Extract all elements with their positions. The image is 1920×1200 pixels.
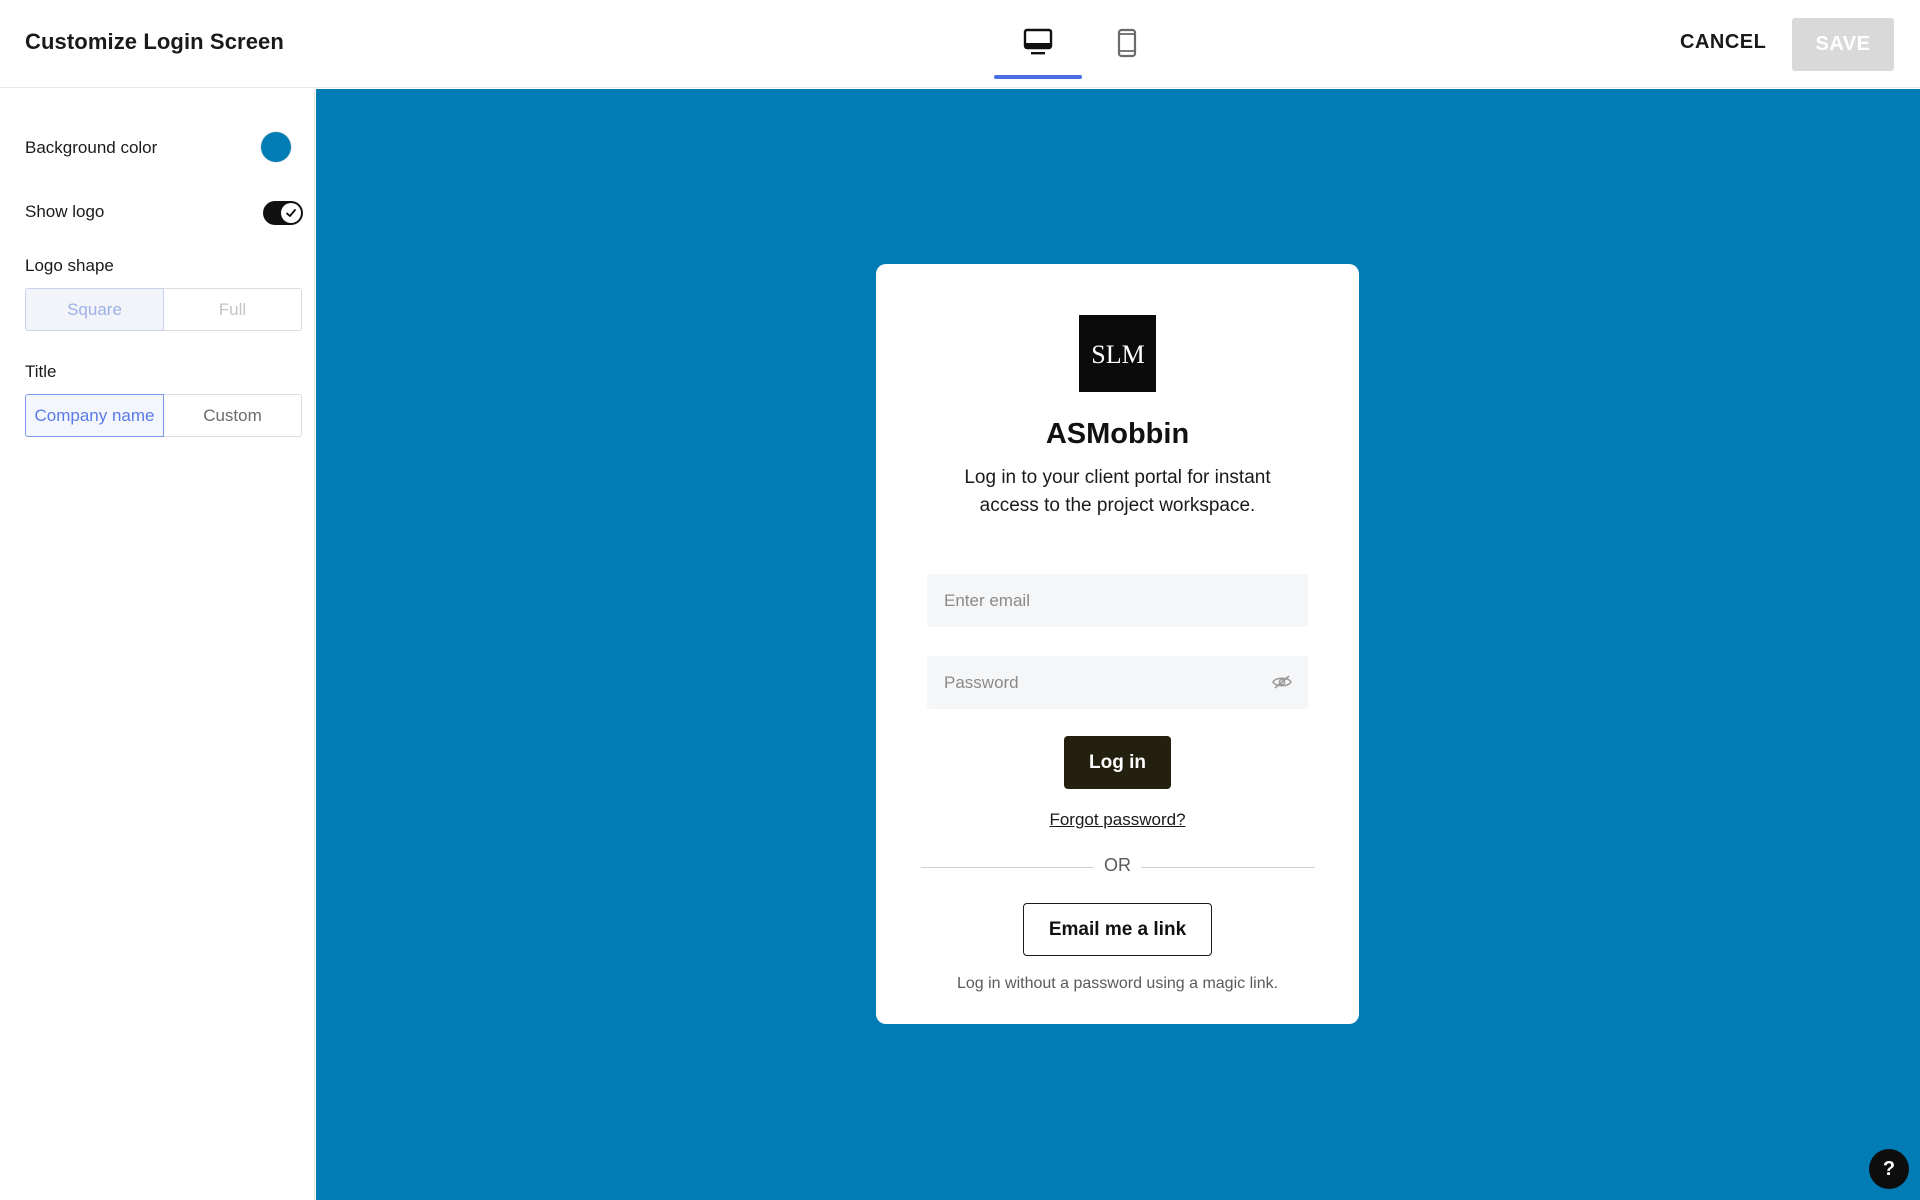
logo-text: SLM xyxy=(1091,340,1144,369)
password-placeholder: Password xyxy=(944,672,1019,692)
logo-shape-selector: Square Full xyxy=(25,288,302,331)
page-title: Customize Login Screen xyxy=(25,29,284,54)
logo-shape-square-option[interactable]: Square xyxy=(25,288,164,331)
divider-right xyxy=(1141,867,1315,868)
company-logo: SLM xyxy=(1079,315,1156,392)
email-magic-link-button[interactable]: Email me a link xyxy=(1023,903,1212,956)
login-card: SLM ASMobbin Log in to your client porta… xyxy=(876,264,1359,1024)
mobile-icon xyxy=(1117,28,1137,63)
logo-shape-full-option[interactable]: Full xyxy=(164,288,302,331)
title-custom-option[interactable]: Custom xyxy=(164,394,302,437)
show-logo-toggle[interactable] xyxy=(263,201,303,225)
company-name: ASMobbin xyxy=(1045,418,1190,450)
email-field[interactable]: Enter email xyxy=(927,574,1308,627)
magic-link-note: Log in without a password using a magic … xyxy=(956,975,1279,992)
password-field[interactable]: Password xyxy=(927,656,1308,709)
or-separator: OR xyxy=(1104,855,1131,875)
login-tagline: Log in to your client portal for instant… xyxy=(964,467,1271,516)
checkmark-icon xyxy=(286,209,296,217)
save-button[interactable]: SAVE xyxy=(1792,18,1894,71)
forgot-password-link[interactable]: Forgot password? xyxy=(876,810,1359,830)
desktop-icon xyxy=(1023,28,1053,61)
toggle-knob xyxy=(281,203,301,223)
show-logo-label: Show logo xyxy=(25,202,105,221)
log-in-button[interactable]: Log in xyxy=(1064,736,1171,789)
help-button[interactable]: ? xyxy=(1869,1149,1909,1189)
tab-mobile-preview[interactable] xyxy=(1083,16,1171,79)
hide-password-icon[interactable] xyxy=(1272,674,1292,695)
tab-desktop-preview[interactable] xyxy=(994,16,1082,79)
email-placeholder: Enter email xyxy=(944,590,1030,610)
title-selector: Company name Custom xyxy=(25,394,302,437)
cancel-button[interactable]: CANCEL xyxy=(1680,31,1766,54)
top-bar: Customize Login Screen CANCEL SAVE xyxy=(0,0,1920,88)
settings-sidebar: Background color Show logo Logo shape Sq… xyxy=(0,89,315,1200)
background-color-label: Background color xyxy=(25,138,158,157)
background-color-swatch[interactable] xyxy=(261,132,291,162)
title-label: Title xyxy=(25,362,57,381)
logo-shape-label: Logo shape xyxy=(25,256,114,275)
title-company-name-option[interactable]: Company name xyxy=(25,394,164,437)
